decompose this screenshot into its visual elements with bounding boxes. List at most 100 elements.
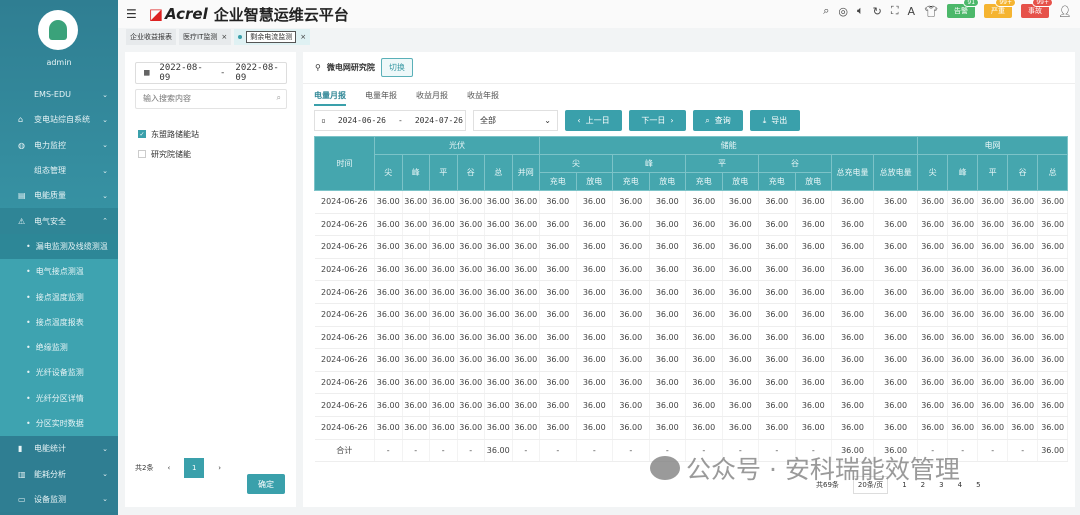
cell-value: 36.00 (758, 371, 796, 395)
page-button[interactable]: 1 (184, 458, 205, 478)
sidebar-subitem[interactable]: • 绝缘监测 (0, 334, 118, 361)
theme-shirt-icon[interactable]: 👕︎ (924, 5, 938, 18)
report-tab[interactable]: 电量年报 (365, 90, 397, 106)
date-range-picker[interactable]: ▫ 2024-06-26 - 2024-07-26 (314, 110, 466, 131)
cell-value: 36.00 (576, 190, 614, 214)
col-pv: 平 (429, 154, 458, 191)
col-pv: 谷 (456, 154, 485, 191)
cell-value: 36.00 (539, 348, 577, 372)
report-tab[interactable]: 收益年报 (467, 90, 499, 106)
table-row: 2024-06-26 36.00 36.00 36.00 36.00 36.00 36.00… (314, 371, 1069, 395)
search-field[interactable]: ⌕ (135, 89, 287, 109)
checkbox[interactable] (138, 150, 146, 158)
page-number[interactable]: 3 (939, 481, 943, 489)
search-input[interactable] (143, 94, 263, 103)
col-charge: 充电 (758, 172, 796, 191)
sidebar-subitem[interactable]: • 光纤设备监测 (0, 360, 118, 386)
export-button[interactable]: ⤓ 导出 (750, 110, 800, 131)
chevron-down-icon: ⌄ (102, 444, 108, 453)
search-icon[interactable]: ⌕ (277, 93, 281, 103)
cell-date: 2024-06-26 (314, 348, 375, 372)
page-number[interactable]: 1 (902, 481, 906, 489)
next-page-icon[interactable]: › (218, 464, 221, 472)
chevron-left-icon: ‹ (577, 116, 581, 125)
cell-value: 36.00 (831, 258, 875, 282)
switch-button[interactable]: 切换 (380, 58, 413, 77)
sidebar-item[interactable]: EMS-EDU ⌄ (0, 82, 118, 107)
fullscreen-icon[interactable]: ⛶ (891, 4, 899, 18)
sidebar-subitem-label: 电气接点测温 (35, 267, 84, 277)
category-select[interactable]: 全部 ⌄ (473, 110, 558, 131)
bullet-icon: • (26, 343, 31, 353)
sidebar-subitem[interactable]: • 电气接点测温 (0, 259, 118, 285)
sidebar-item[interactable]: ▮ 电能统计 ⌄ (0, 436, 118, 462)
next-day-button[interactable]: 下一日 › (629, 110, 686, 131)
alert-badge[interactable]: 严重 99+ (984, 0, 1017, 18)
sound-icon[interactable]: 🔈︎ (857, 4, 864, 18)
prev-page-icon[interactable]: ‹ (167, 464, 170, 472)
font-size-icon[interactable]: A (908, 5, 916, 18)
close-icon[interactable]: × (221, 33, 227, 41)
prev-day-button[interactable]: ‹ 上一日 (565, 110, 622, 131)
alert-badge[interactable]: 告警 91 (947, 0, 980, 18)
page-number[interactable]: 5 (976, 481, 980, 489)
col-charge: 充电 (612, 172, 650, 191)
report-tab[interactable]: 收益月报 (416, 90, 448, 106)
sidebar-item[interactable]: ⌂ 变电站综自系统 ⌄ (0, 107, 118, 132)
page-tab[interactable]: 企业收益报表 (126, 29, 176, 45)
cell-total-value: - (457, 439, 485, 463)
page-tab[interactable]: 医疗IT监测 × (179, 29, 232, 45)
query-button[interactable]: ⌕ 查询 (693, 110, 743, 131)
page-size-select[interactable]: 20条/页 (852, 476, 889, 494)
total-row: 合计 - - - -36.00- - - - - - - - -36.00 36.00- - - -36.00 (314, 439, 1069, 463)
page-tab[interactable]: 剩余电流监测 × (234, 29, 311, 45)
cell-value: 36.00 (917, 235, 949, 259)
sidebar-item[interactable]: ⚠ 电气安全 ⌃ (0, 208, 118, 234)
cell-value: 36.00 (947, 393, 979, 417)
cell-total-value: - (795, 439, 833, 463)
cell-value: 36.00 (831, 190, 875, 214)
search-icon[interactable]: ⌕ (823, 4, 829, 18)
user-icon[interactable]: 👤︎ (1058, 5, 1072, 18)
tree-item[interactable]: ✓ 东盟路储能站 (138, 124, 199, 144)
sidebar-item[interactable]: ▥ 能耗分析 ⌄ (0, 461, 118, 487)
sidebar-subitem[interactable]: • 接点温度监测 (0, 284, 118, 310)
cell-value: 36.00 (722, 326, 760, 350)
tree-item[interactable]: 研究院储能 (138, 144, 199, 164)
cell-value: 36.00 (831, 326, 875, 350)
close-icon[interactable]: × (300, 33, 306, 41)
page-number[interactable]: 2 (921, 481, 925, 489)
cell-value: 36.00 (795, 326, 833, 350)
help-icon[interactable]: ◎ (838, 5, 848, 18)
sidebar-item[interactable]: ▤ 电能质量 ⌄ (0, 183, 118, 208)
cell-value: 36.00 (795, 348, 833, 372)
alert-badge[interactable]: 事故 99+ (1021, 0, 1054, 18)
checkbox[interactable]: ✓ (138, 130, 146, 138)
confirm-button[interactable]: 确定 (247, 474, 285, 494)
date-range-picker[interactable]: ▦ 2022-08-09-2022-08-09 (135, 62, 287, 84)
cell-total-value: - (977, 439, 1009, 463)
sidebar-subitem[interactable]: • 接点温度报表 (0, 309, 118, 335)
cell-date: 2024-06-26 (314, 371, 375, 395)
cell-value: 36.00 (457, 348, 485, 372)
sidebar-item[interactable]: ◍ 电力监控 ⌄ (0, 133, 118, 158)
cell-value: 36.00 (457, 416, 485, 440)
report-tab[interactable]: 电量月报 (314, 90, 346, 106)
site-name: 微电网研究院 (326, 63, 375, 72)
cell-value: 36.00 (977, 235, 1009, 259)
page-number[interactable]: 4 (958, 481, 962, 489)
menu-toggle-icon[interactable]: ☰ (126, 7, 137, 21)
refresh-icon[interactable]: ↻ (873, 5, 882, 18)
sidebar-subitem[interactable]: • 分区实时数据 (0, 410, 118, 437)
cell-value: 36.00 (1037, 348, 1069, 372)
cell-value: 36.00 (576, 258, 614, 282)
cell-value: 36.00 (947, 258, 979, 282)
sidebar-subitem[interactable]: • 漏电监测及线缆测温 (0, 233, 118, 260)
sidebar-item[interactable]: ▭ 设备监测 ⌄ (0, 486, 118, 513)
sidebar-subitem[interactable]: • 光纤分区详情 (0, 385, 118, 411)
table-row: 2024-06-26 36.00 36.00 36.00 36.00 36.00 36.00… (314, 416, 1069, 440)
cell-value: 36.00 (722, 280, 760, 304)
avatar (38, 10, 78, 50)
sidebar-item[interactable]: 组态管理 ⌄ (0, 158, 118, 183)
cell-value: 36.00 (722, 371, 760, 395)
